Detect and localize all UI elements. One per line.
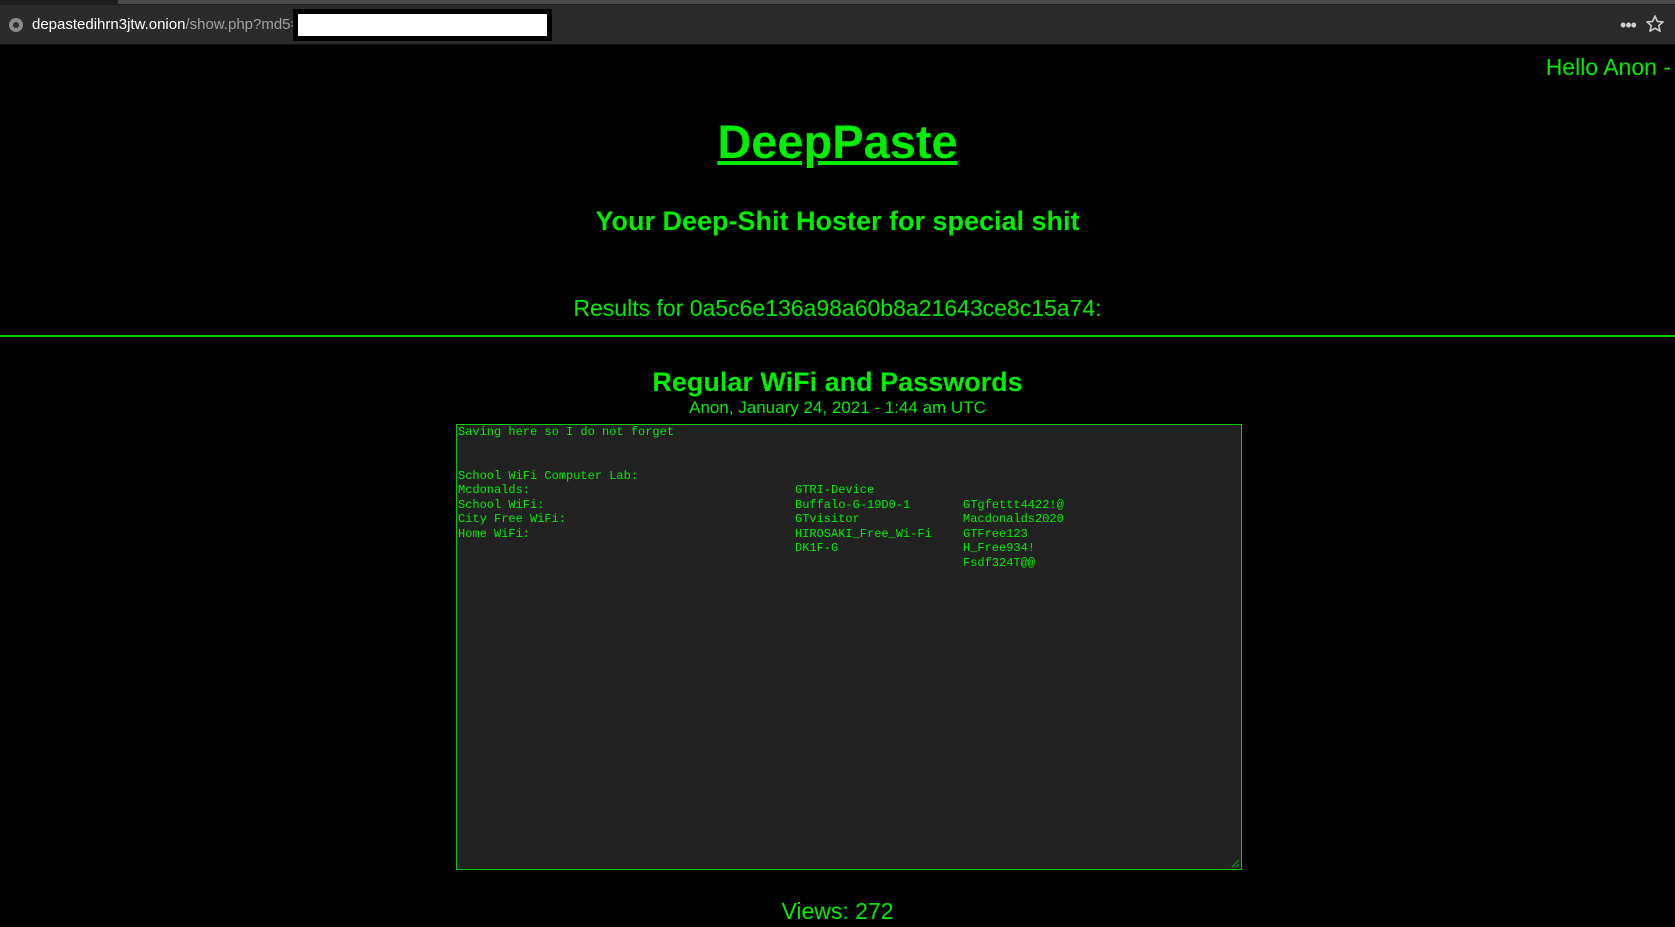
divider — [0, 335, 1675, 337]
redaction-fill — [298, 14, 547, 36]
active-tab[interactable] — [118, 0, 1675, 4]
network-label: Home WiFi: — [458, 526, 531, 541]
paste-row: Mcdonalds: Buffalo-G-19D0-1 Macdonalds20… — [458, 469, 1241, 526]
network-password: Fsdf324T@@ — [963, 555, 1036, 570]
url-text[interactable]: depastedihrn3jtw.onion/show.php?md5= — [32, 16, 299, 34]
paste-blank-line — [458, 440, 1241, 455]
paste-meta: Anon, January 24, 2021 - 1:44 am UTC — [689, 398, 986, 417]
address-bar[interactable]: depastedihrn3jtw.onion/show.php?md5= ••• — [0, 5, 1675, 45]
resize-grip-icon[interactable] — [1230, 858, 1240, 868]
paste-line: Saving here so I do not forget — [458, 425, 1241, 440]
url-path: /show.php?md5= — [185, 16, 300, 33]
paste-row: Home WiFi: DK1F-G Fsdf324T@@ — [458, 512, 1241, 570]
greeting: Hello Anon - — [1545, 54, 1671, 80]
paste-intro: Saving here so I do not forget — [458, 425, 675, 439]
redacted-url-block — [293, 9, 552, 41]
paste-row: City Free WiFi: HIROSAKI_Free_Wi-Fi H_Fr… — [458, 498, 1241, 555]
bookmark-star-icon[interactable] — [1645, 14, 1665, 34]
view-count: Views: 272 — [781, 898, 894, 924]
network-password: GTFree123 — [963, 526, 1028, 541]
paste-content-textarea[interactable]: Saving here so I do not forget School Wi… — [456, 424, 1242, 870]
network-ssid: HIROSAKI_Free_Wi-Fi — [795, 526, 932, 541]
network-password: H_Free934! — [963, 541, 1036, 555]
more-actions-icon[interactable]: ••• — [1618, 16, 1638, 34]
site-title-link[interactable]: DeepPaste — [0, 112, 1675, 172]
site-info-icon[interactable] — [9, 18, 23, 32]
results-heading: Results for 0a5c6e136a98a60b8a21643ce8c1… — [573, 295, 1102, 321]
paste-row: School WiFi Computer Lab: GTRI-Device GT… — [458, 454, 1241, 512]
paste-row: School WiFi: GTvisitor GTFree123 — [458, 483, 1241, 541]
paste-title: Regular WiFi and Passwords — [652, 367, 1023, 397]
tagline: Your Deep-Shit Hoster for special shit — [595, 206, 1080, 236]
network-ssid: DK1F-G — [795, 541, 839, 555]
url-host: depastedihrn3jtw.onion — [32, 16, 186, 33]
